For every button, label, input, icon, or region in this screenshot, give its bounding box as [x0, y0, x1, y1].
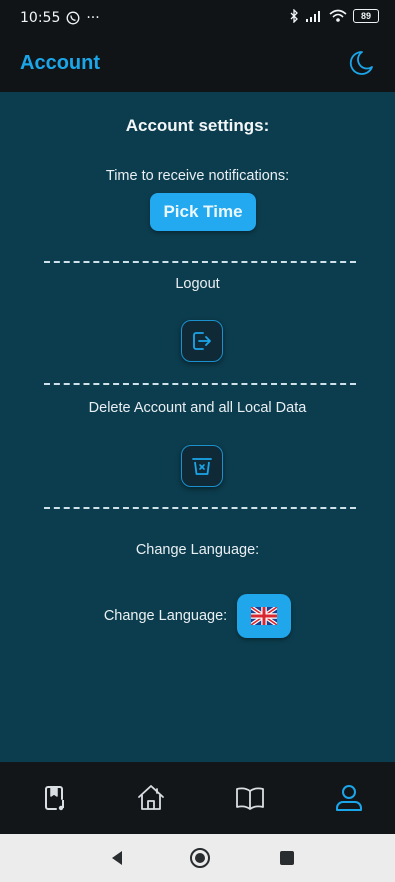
home-system-icon[interactable]	[188, 846, 212, 870]
divider	[44, 383, 356, 385]
back-icon[interactable]	[105, 846, 129, 870]
language-button[interactable]	[237, 594, 292, 638]
logout-label: Logout	[175, 276, 220, 292]
battery-icon: 89	[353, 9, 379, 23]
delete-account-label: Delete Account and all Local Data	[88, 400, 307, 416]
app-bar: Account	[0, 36, 395, 92]
divider	[44, 507, 356, 509]
account-content: Account settings: Time to receive notifi…	[0, 92, 395, 762]
pick-time-button[interactable]: Pick Time	[150, 193, 256, 231]
wifi-icon	[329, 9, 347, 22]
status-right: 89	[289, 9, 379, 23]
status-bar: 10:55 ··· 89	[0, 0, 395, 36]
bluetooth-icon	[290, 9, 298, 23]
notifications-label: Time to receive notifications:	[105, 168, 290, 184]
page-title: Account	[20, 52, 100, 74]
bottom-nav	[0, 762, 395, 834]
trash-icon	[192, 458, 212, 475]
bookmark-music-icon[interactable]	[40, 782, 72, 814]
logout-icon	[193, 332, 211, 350]
status-time: 10:55	[20, 10, 61, 26]
account-settings-title: Account settings:	[125, 116, 270, 135]
phone-call-icon	[66, 11, 80, 25]
system-nav-bar	[0, 834, 395, 882]
signal-icon	[306, 11, 320, 22]
status-left: 10:55 ···	[20, 10, 100, 26]
logout-button[interactable]	[181, 320, 223, 362]
language-row: Change Language:	[0, 594, 395, 638]
more-notifications-icon: ···	[86, 10, 100, 26]
moon-icon[interactable]	[345, 48, 375, 78]
recents-icon[interactable]	[275, 846, 299, 870]
book-icon[interactable]	[234, 782, 266, 814]
change-language-heading: Change Language:	[135, 542, 260, 558]
home-icon[interactable]	[135, 782, 167, 814]
change-language-label: Change Language:	[103, 608, 228, 624]
divider	[44, 261, 356, 263]
delete-account-button[interactable]	[181, 445, 223, 487]
uk-flag-icon	[251, 607, 278, 625]
user-icon[interactable]	[333, 782, 365, 814]
